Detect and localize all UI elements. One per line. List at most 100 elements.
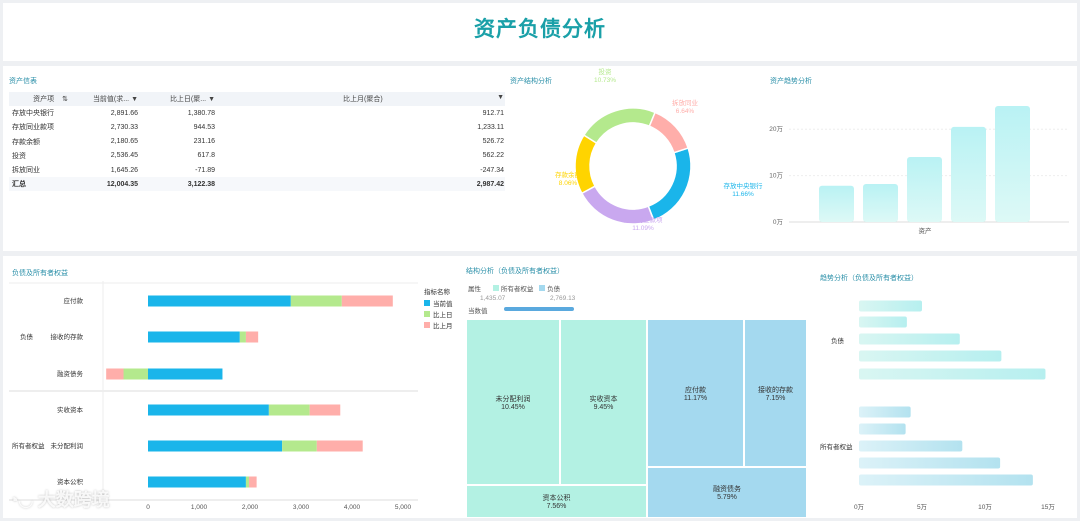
- table-cell: 汇总: [9, 177, 71, 192]
- legend-equity: 所有者权益: [500, 286, 534, 293]
- legend-label: 当前值: [433, 299, 453, 308]
- table-cell: 2,536.45: [110, 152, 138, 160]
- bar-segment[interactable]: [148, 404, 269, 416]
- table-cell: 2,180.65: [110, 138, 138, 146]
- donut-slice[interactable]: [647, 147, 692, 222]
- treemap-cell[interactable]: 融资债务 5.79%: [647, 467, 807, 518]
- trend-bar[interactable]: [995, 106, 1030, 222]
- bar-segment[interactable]: [248, 476, 257, 488]
- bar-segment[interactable]: [245, 476, 249, 488]
- table-cell: 912.71: [482, 109, 504, 117]
- table-row[interactable]: 存款余额 2,180.65 231.16 526.72: [9, 135, 507, 149]
- donut-slice[interactable]: [582, 107, 657, 145]
- bar-segment[interactable]: [316, 440, 363, 452]
- trend2-chart: 负债所有者权益 0万 5万 10万 15万: [820, 300, 1055, 511]
- table-cell: 1,645.26: [110, 166, 138, 174]
- trend2-bar[interactable]: [859, 423, 906, 435]
- trend2-bar[interactable]: [859, 474, 1033, 486]
- page-title: 资产负债分析: [474, 18, 606, 41]
- legend-attr-label: 属性: [468, 286, 481, 293]
- treemap-cell[interactable]: 接收的存款 7.15%: [744, 319, 807, 467]
- column-header-current[interactable]: 当前值(求... ▼: [71, 92, 141, 107]
- x-tick-label: 3,000: [293, 504, 310, 511]
- structure-panel: 资产结构分析 存放中央银行 11.66% 存放同业款项 11.09% 存款余额 8.06%…: [505, 66, 763, 251]
- bar-segment[interactable]: [341, 295, 393, 307]
- range-max: 2,769.13: [550, 295, 576, 302]
- slice-pct: 8.06%: [559, 180, 578, 187]
- bar-segment[interactable]: [106, 368, 124, 380]
- legend-swatch-liab: [539, 285, 546, 291]
- treemap-cell[interactable]: 实收资本 9.45%: [560, 319, 647, 485]
- bar-segment[interactable]: [148, 331, 240, 343]
- trend2-bar[interactable]: [859, 440, 963, 452]
- bar-segment[interactable]: [148, 368, 223, 380]
- bar-segment[interactable]: [282, 440, 317, 452]
- table-cell: 2,891.66: [110, 109, 138, 117]
- column-header-item[interactable]: 资产项 ⇅: [9, 92, 71, 107]
- watermark: ◔◡ 大数跨境: [8, 490, 110, 510]
- bar-segment[interactable]: [123, 368, 148, 380]
- trend2-bar[interactable]: [859, 300, 922, 312]
- table-header-row: 资产项 ⇅ 当前值(求... ▼ 比上日(聚... ▼ 比上月(聚合) ▼: [9, 92, 507, 107]
- bar-segment[interactable]: [148, 476, 246, 488]
- category-label: 资本公积: [57, 477, 84, 486]
- table-row[interactable]: 投资 2,536.45 617.8 562.22: [9, 149, 507, 163]
- trend2-bar[interactable]: [859, 350, 1002, 362]
- trend2-bar[interactable]: [859, 406, 911, 418]
- asset-table-title: 资产信表: [9, 78, 37, 85]
- range-slider[interactable]: [504, 307, 574, 311]
- legend-label: 比上月: [433, 321, 453, 330]
- bar-segment[interactable]: [148, 440, 283, 452]
- x-tick-label: 10万: [978, 503, 992, 511]
- table-cell: 562.22: [482, 152, 504, 160]
- bar-segment[interactable]: [148, 295, 291, 307]
- table-cell: -71.89: [195, 166, 215, 174]
- trend2-bar[interactable]: [859, 457, 1001, 469]
- y-tick-label: 10万: [769, 172, 783, 180]
- donut-slice[interactable]: [648, 111, 690, 154]
- trend2-panel: 趋势分析（负债及所有者权益） 负债 所有者权益 0万 5万 10万 15万: [811, 256, 1077, 518]
- trend2-bar[interactable]: [859, 316, 907, 328]
- slice-pct: 6.64%: [676, 108, 695, 115]
- trend2-bar[interactable]: [859, 333, 960, 345]
- table-cell: 944.53: [193, 123, 215, 131]
- table-cell: 2,730.33: [110, 123, 138, 131]
- bar-segment[interactable]: [239, 331, 246, 343]
- table-row[interactable]: 存放中央银行 2,891.66 1,380.78 912.71: [9, 106, 507, 120]
- treemap-cell[interactable]: 未分配利润 10.45%: [466, 319, 560, 485]
- column-header-month[interactable]: 比上月(聚合) ▼: [218, 92, 507, 107]
- trend-bar[interactable]: [951, 126, 986, 222]
- table-row[interactable]: 存放同业款项 2,730.33 944.53 1,233.11: [9, 120, 507, 134]
- bar-segment[interactable]: [245, 331, 259, 343]
- column-header-day[interactable]: 比上日(聚... ▼: [141, 92, 218, 107]
- bar-segment[interactable]: [290, 295, 342, 307]
- value-label: 当数值: [468, 308, 488, 315]
- trend-bar[interactable]: [819, 185, 854, 222]
- slice-pct: 10.73%: [594, 77, 616, 84]
- x-tick-label: 0万: [854, 503, 865, 511]
- table-cell: 12,004.35: [71, 177, 141, 192]
- table-cell: 拆放同业: [12, 167, 40, 175]
- table-total-row[interactable]: 汇总 12,004.35 3,122.38 2,987.42: [9, 177, 507, 192]
- table-cell: 526.72: [482, 138, 504, 146]
- table-cell: 617.8: [197, 152, 215, 160]
- bar-segment[interactable]: [309, 404, 341, 416]
- bar-segment[interactable]: [268, 404, 310, 416]
- asset-table: 资产项 ⇅ 当前值(求... ▼ 比上日(聚... ▼ 比上月(聚合) ▼ 存放…: [9, 92, 507, 192]
- group-label: 负债: [20, 332, 34, 341]
- x-tick-label: 15万: [1041, 503, 1055, 511]
- treemap-cell[interactable]: 资本公积 7.56%: [466, 485, 647, 518]
- donut-slice[interactable]: [574, 134, 598, 195]
- group-label: 负债: [831, 336, 845, 345]
- trend2-bar[interactable]: [859, 368, 1046, 380]
- treemap-cell[interactable]: 应付款 11.17%: [647, 319, 744, 467]
- trend-bar[interactable]: [863, 183, 898, 222]
- x-tick-label: 0: [146, 504, 150, 511]
- x-tick-label: 2,000: [242, 504, 259, 511]
- x-tick-label: 5,000: [395, 504, 412, 511]
- slice-pct: 11.09%: [632, 225, 654, 232]
- table-row[interactable]: 拆放同业 1,645.26 -71.89 -247.34: [9, 163, 507, 177]
- liab-panel: 负债及所有者权益 0 1,000 2,000 3,000 4,000 5,000 负债 所有者…: [3, 256, 458, 518]
- trend-bar[interactable]: [907, 157, 942, 222]
- donut-chart: 存放中央银行11.66% 存放同业款项11.09% 存款余额8.06% 投资10.73…: [555, 67, 763, 232]
